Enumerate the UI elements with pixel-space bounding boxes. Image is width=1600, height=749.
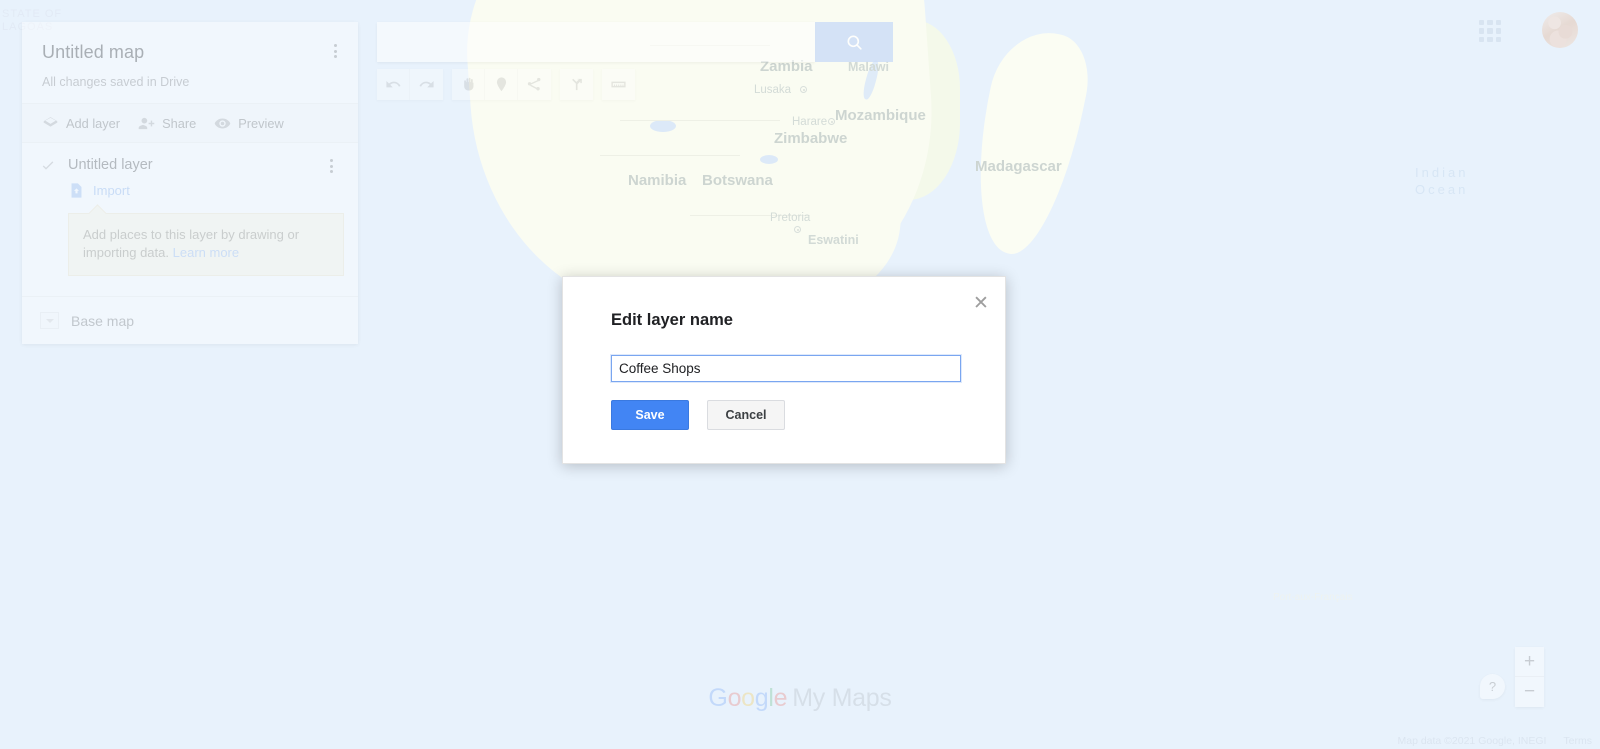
edit-layer-name-dialog: ✕ Edit layer name Save Cancel [562,276,1006,464]
layer-name-input[interactable] [611,355,961,382]
close-x-icon[interactable]: ✕ [971,293,991,313]
dialog-title: Edit layer name [611,311,733,329]
dialog-buttons: Save Cancel [611,400,785,430]
cancel-button[interactable]: Cancel [707,400,785,430]
save-button[interactable]: Save [611,400,689,430]
modal-overlay: ✕ Edit layer name Save Cancel [0,0,1600,749]
